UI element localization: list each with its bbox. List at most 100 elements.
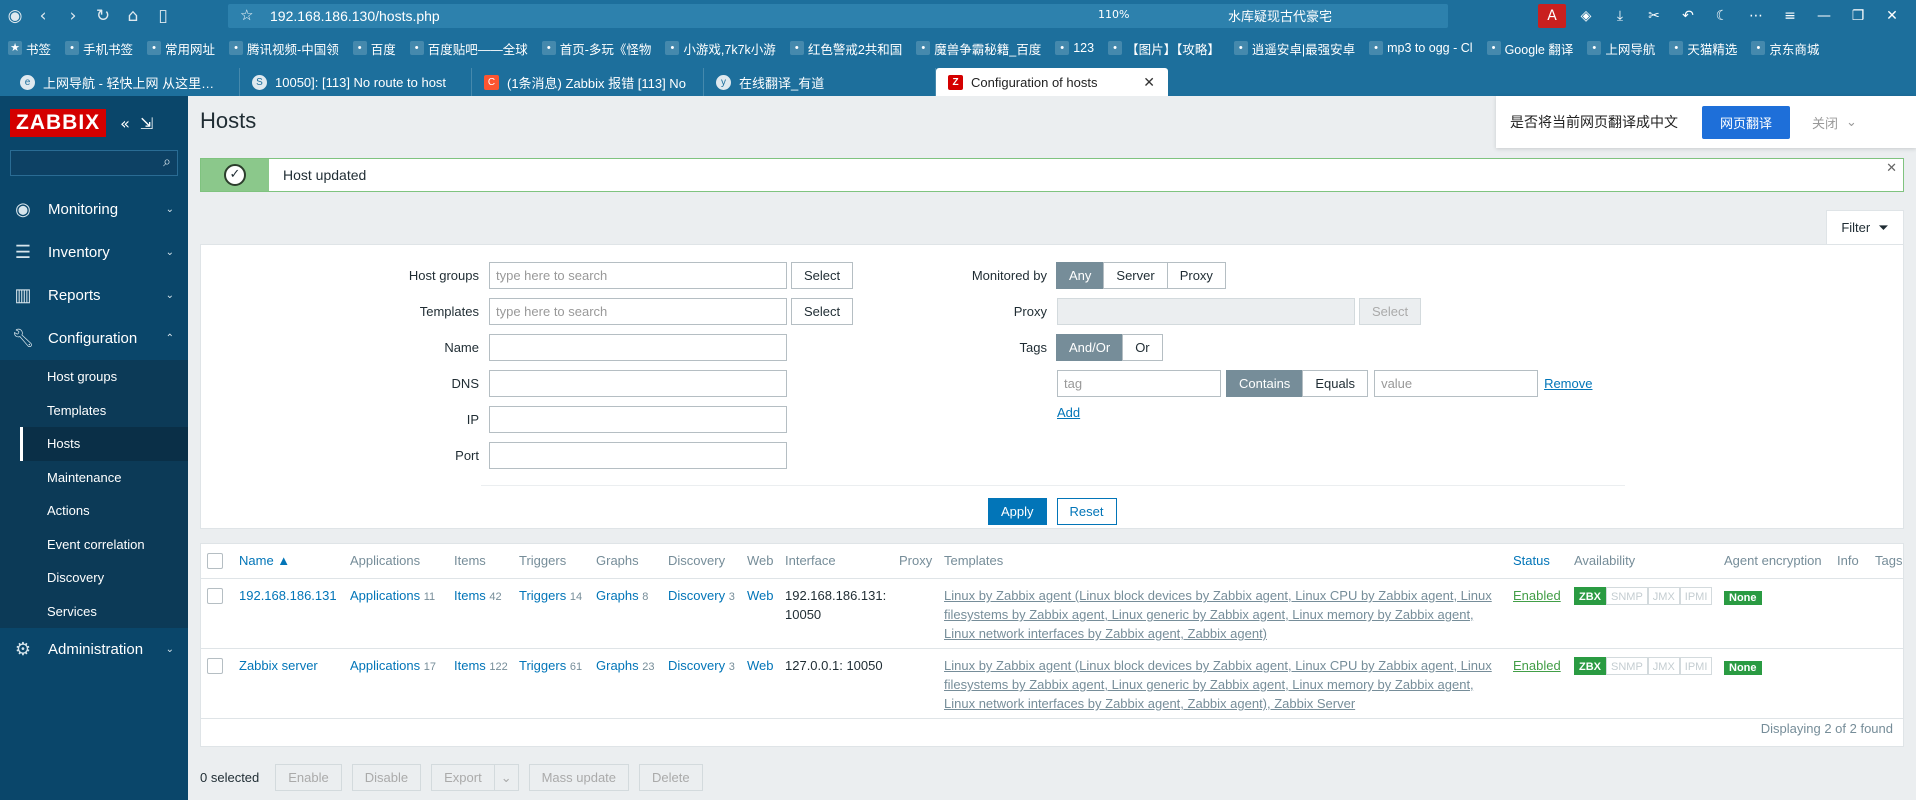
enable-button[interactable]: Enable [275,764,342,791]
bookmark-item[interactable]: • 123 [1055,41,1094,55]
templates-text[interactable]: filesystems by Zabbix agent, Linux gener… [944,605,1474,624]
search-icon[interactable]: ⌕ [163,154,171,170]
reload-icon[interactable]: ↻ [88,0,118,32]
browser-logo-icon[interactable]: ◉ [2,0,28,32]
tag-value-input[interactable]: value [1374,370,1539,397]
undo-icon[interactable]: ↶ [1674,4,1702,28]
delete-button[interactable]: Delete [639,764,703,791]
col-name[interactable]: Name ▲ [239,544,290,578]
triggers-link[interactable]: Triggers [519,588,566,603]
translate-button[interactable]: 网页翻译 [1702,105,1791,139]
disable-button[interactable]: Disable [351,764,422,791]
applications-link[interactable]: Applications [350,588,420,603]
tab-5-active[interactable]: Z Configuration of hosts ✕ [936,68,1168,96]
host-groups-select-button[interactable]: Select [791,262,854,289]
back-icon[interactable]: ‹ [28,0,58,32]
home-icon[interactable]: ⌂ [118,0,148,32]
bookmark-item[interactable]: • 上网导航 [1587,39,1655,58]
reset-button[interactable]: Reset [1056,498,1117,525]
monitored-by-proxy[interactable]: Proxy [1166,262,1226,289]
menu-configuration[interactable]: 🔧︎ Configuration ⌃ [0,317,188,360]
tab-4[interactable]: y 在线翻译_有道 [704,68,936,96]
name-input[interactable] [489,334,787,361]
mass-update-button[interactable]: Mass update [528,764,630,791]
remove-tag-link[interactable]: Remove [1544,376,1592,391]
bookmark-item[interactable]: • Google 翻译 [1486,39,1573,58]
menu-monitoring[interactable]: ◉ Monitoring ⌄ [0,188,188,231]
bookmark-item[interactable]: • 腾讯视频-中国领 [229,39,339,58]
templates-text[interactable]: Linux network interfaces by Zabbix agent… [944,624,1267,643]
tab-3[interactable]: C (1条消息) Zabbix 报错 [113] No [472,68,704,96]
host-name-link[interactable]: 192.168.186.131 [239,586,337,605]
bookmark-item[interactable]: • 逍遥安卓|最强安卓 [1233,39,1355,58]
minimize-icon[interactable]: — [1810,4,1838,28]
bookmark-item[interactable]: • 百度贴吧——全球 [409,39,528,58]
close-tab-icon[interactable]: ✕ [1143,74,1155,91]
menu-icon[interactable]: ≡ [1776,4,1804,28]
submenu-host-groups[interactable]: Host groups [20,360,188,394]
apply-button[interactable]: Apply [988,498,1047,525]
col-status[interactable]: Status [1513,544,1550,578]
templates-input[interactable]: type here to search [489,298,787,325]
templates-text[interactable]: Linux network interfaces by Zabbix agent… [944,694,1355,713]
kiosk-mode-icon[interactable]: ⇲ [140,114,153,133]
tags-and-or[interactable]: And/Or [1056,334,1124,361]
templates-text[interactable]: Linux by Zabbix agent (Linux block devic… [944,586,1492,605]
tag-input[interactable]: tag [1057,370,1221,397]
tags-or[interactable]: Or [1122,334,1163,361]
tag-op-equals[interactable]: Equals [1302,370,1369,397]
forward-icon[interactable]: › [58,0,88,32]
more-icon[interactable]: ⋯ [1742,4,1770,28]
bookmark-item[interactable]: • 京东商城 [1751,39,1819,58]
zabbix-logo[interactable]: ZABBIX [10,109,107,137]
templates-text[interactable]: Linux by Zabbix agent (Linux block devic… [944,656,1492,675]
submenu-discovery[interactable]: Discovery [20,561,188,595]
night-mode-icon[interactable]: ☾ [1708,4,1736,28]
discovery-link[interactable]: Discovery [668,588,725,603]
triggers-link[interactable]: Triggers [519,658,566,673]
bookmark-item[interactable]: • 首页-多玩《怪物 [541,39,651,58]
monitored-by-server[interactable]: Server [1103,262,1168,289]
pdf-icon[interactable]: A [1538,4,1566,28]
graphs-link[interactable]: Graphs [596,658,639,673]
monitored-by-any[interactable]: Any [1056,262,1105,289]
close-message-icon[interactable]: ✕ [1886,161,1897,176]
bookmark-item[interactable]: • 百度 [352,39,396,58]
menu-inventory[interactable]: ☰ Inventory ⌄ [0,231,188,274]
bookmark-star-icon[interactable]: ☆ [240,6,253,24]
filter-tab[interactable]: Filter ⏷ [1826,210,1904,244]
host-groups-input[interactable]: type here to search [489,262,787,289]
bookmark-item[interactable]: • 魔兽争霸秘籍_百度 [916,39,1041,58]
graphs-link[interactable]: Graphs [596,588,639,603]
bookmark-item[interactable]: • 天猫精选 [1669,39,1737,58]
items-link[interactable]: Items [454,588,486,603]
templates-select-button[interactable]: Select [791,298,854,325]
bookmark-item[interactable]: • 【图片】【攻略】 [1108,39,1220,58]
bookmark-item[interactable]: • 常用网址 [147,39,215,58]
chevron-down-icon[interactable]: ⌄ [1846,115,1857,130]
row-checkbox[interactable] [207,658,223,674]
dns-input[interactable] [489,370,787,397]
tag-op-contains[interactable]: Contains [1226,370,1304,397]
status-enabled-link[interactable]: Enabled [1513,586,1561,605]
sidebar-search-input[interactable]: ⌕ [10,150,178,176]
search-engine-text[interactable]: 水库疑现古代豪宅 [1228,6,1332,25]
submenu-maintenance[interactable]: Maintenance [20,461,188,495]
discovery-link[interactable]: Discovery [668,658,725,673]
web-link[interactable]: Web [747,586,774,605]
select-all-checkbox[interactable] [207,553,223,569]
tab-1[interactable]: e 上网导航 - 轻快上网 从这里开始 [8,68,240,96]
address-bar[interactable]: ☆ 192.168.186.130/hosts.php 110% 水库疑现古代豪… [228,4,1448,28]
game-icon[interactable]: ◈ [1572,4,1600,28]
submenu-actions[interactable]: Actions [20,494,188,528]
export-dropdown-icon[interactable]: ⌄ [493,764,519,791]
download-icon[interactable]: ⤓ [1606,4,1634,28]
menu-reports[interactable]: ▥ Reports ⌄ [0,274,188,317]
bookmark-item[interactable]: • 红色警戒2共和国 [789,39,902,58]
applications-link[interactable]: Applications [350,658,420,673]
web-link[interactable]: Web [747,656,774,675]
templates-text[interactable]: filesystems by Zabbix agent, Linux gener… [944,675,1474,694]
bookmark-item[interactable]: • mp3 to ogg - Cl [1369,41,1473,55]
tools-icon[interactable]: ✂ [1640,4,1668,28]
reader-icon[interactable]: ▯ [148,0,178,32]
